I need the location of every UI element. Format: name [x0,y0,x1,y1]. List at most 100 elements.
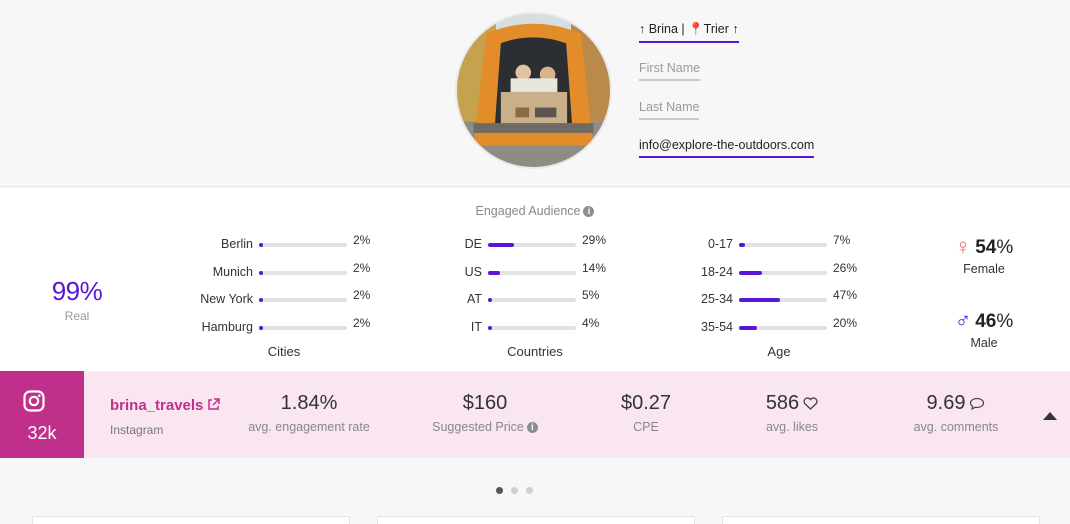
real-followers-label: Real [64,309,90,323]
countries-label: Countries [507,344,563,359]
city-percent: 2% [353,261,371,275]
female-percent: 54 [975,237,997,258]
suggested-price-label: Suggested Price [432,420,524,434]
instagram-stats-bar: 32k brina_travels Instagram 1.84% avg. e… [0,371,1070,458]
post-card[interactable] [377,516,695,524]
suggested-price-metric: $160 Suggested Price i [405,392,565,434]
external-link-icon [208,398,221,410]
engagement-rate-value: 1.84% [280,392,338,414]
pager-dot[interactable] [511,487,518,494]
male-percent: 46 [975,311,997,332]
pager-dot[interactable] [526,487,533,494]
male-percent-unit: % [996,311,1014,332]
follower-count: 32k [27,423,57,443]
info-icon[interactable]: i [526,422,538,434]
age-bar-track [739,298,827,302]
display-name-field[interactable]: ↑ Brina | 📍Trier ↑ [639,22,739,43]
city-bar-fill [259,298,263,302]
engagement-rate-metric: 1.84% avg. engagement rate [229,392,389,434]
city-bar-fill [259,243,263,247]
country-name: US [464,265,482,279]
country-name: AT [466,292,482,306]
city-bar-track [259,271,347,275]
city-name: Munich [212,265,253,279]
real-followers-value: 99% [51,276,103,306]
collapse-arrow-icon[interactable] [1043,412,1057,420]
city-name: New York [200,292,253,306]
country-percent: 4% [582,316,600,330]
age-percent: 47% [833,288,858,302]
city-percent: 2% [353,233,371,247]
heart-icon [803,397,818,411]
last-name-field[interactable]: Last Name [639,100,700,120]
instagram-handle-link[interactable]: brina_travels [110,397,221,414]
age-range: 0-17 [707,237,733,251]
first-name-field[interactable]: First Name [639,61,701,81]
avg-likes-label: avg. likes [765,420,819,434]
male-stat: ♂ 46% Male [934,308,1034,350]
cpe-metric: $0.27 CPE [566,392,726,434]
country-bar-track [488,298,576,302]
age-bar-track [739,271,827,275]
city-percent: 2% [353,288,371,302]
country-bar-fill [488,271,500,275]
age-bar-track [739,243,827,247]
profile-header: ↑ Brina | 📍Trier ↑ First Name Last Name … [0,0,1070,187]
city-bar-track [259,326,347,330]
avg-comments-value: 9.69 [926,392,966,414]
age-range: 25-34 [701,292,733,306]
city-bar-track [259,243,347,247]
female-icon: ♀ [954,234,972,259]
male-label: Male [970,336,998,350]
age-percent: 20% [833,316,858,330]
country-percent: 14% [582,261,607,275]
cpe-label: CPE [633,420,659,434]
country-name: IT [470,320,482,334]
email-field[interactable]: info@explore-the-outdoors.com [639,138,815,158]
info-icon[interactable]: i [583,206,595,218]
pager-dot[interactable] [496,487,503,494]
age-bar-fill [739,326,757,330]
engagement-rate-label: avg. engagement rate [248,420,370,434]
city-bar-track [259,298,347,302]
avg-likes-value: 586 [765,392,800,414]
country-bar-fill [488,326,492,330]
country-name: DE [464,237,482,251]
country-bar-track [488,326,576,330]
suggested-price-value: $160 [462,392,508,414]
instagram-badge[interactable]: 32k [0,371,84,458]
cpe-value: $0.27 [620,392,672,414]
city-name: Berlin [221,237,253,251]
avatar-photo [457,14,610,167]
age-percent: 26% [833,261,858,275]
comment-icon [970,398,985,411]
country-percent: 29% [582,233,607,247]
avg-comments-metric: 9.69 avg. comments [876,392,1036,434]
female-label: Female [963,262,1005,276]
country-bar-fill [488,298,492,302]
post-card[interactable] [32,516,350,524]
age-label: Age [767,344,791,359]
post-card[interactable] [722,516,1040,524]
profile-avatar [455,12,612,169]
instagram-icon [23,390,45,412]
age-bar-fill [739,271,762,275]
city-bar-fill [259,271,263,275]
female-percent-unit: % [996,237,1014,258]
country-percent: 5% [582,288,600,302]
country-bar-track [488,271,576,275]
age-range: 18-24 [701,265,733,279]
age-bar-track [739,326,827,330]
cities-label: Cities [267,344,301,359]
age-bar-fill [739,298,780,302]
real-followers: 99% Real [38,276,116,323]
city-name: Hamburg [201,320,253,334]
avg-likes-metric: 586 avg. likes [712,392,872,434]
engaged-audience-title: Engaged Audience i [0,204,1070,218]
city-bar-fill [259,326,263,330]
age-percent: 7% [833,233,851,247]
engaged-audience-section: Engaged Audience i 99% Real Berlin 2% Mun… [0,188,1070,371]
age-range: 35-54 [701,320,733,334]
city-percent: 2% [353,316,371,330]
avg-comments-label: avg. comments [913,420,999,434]
